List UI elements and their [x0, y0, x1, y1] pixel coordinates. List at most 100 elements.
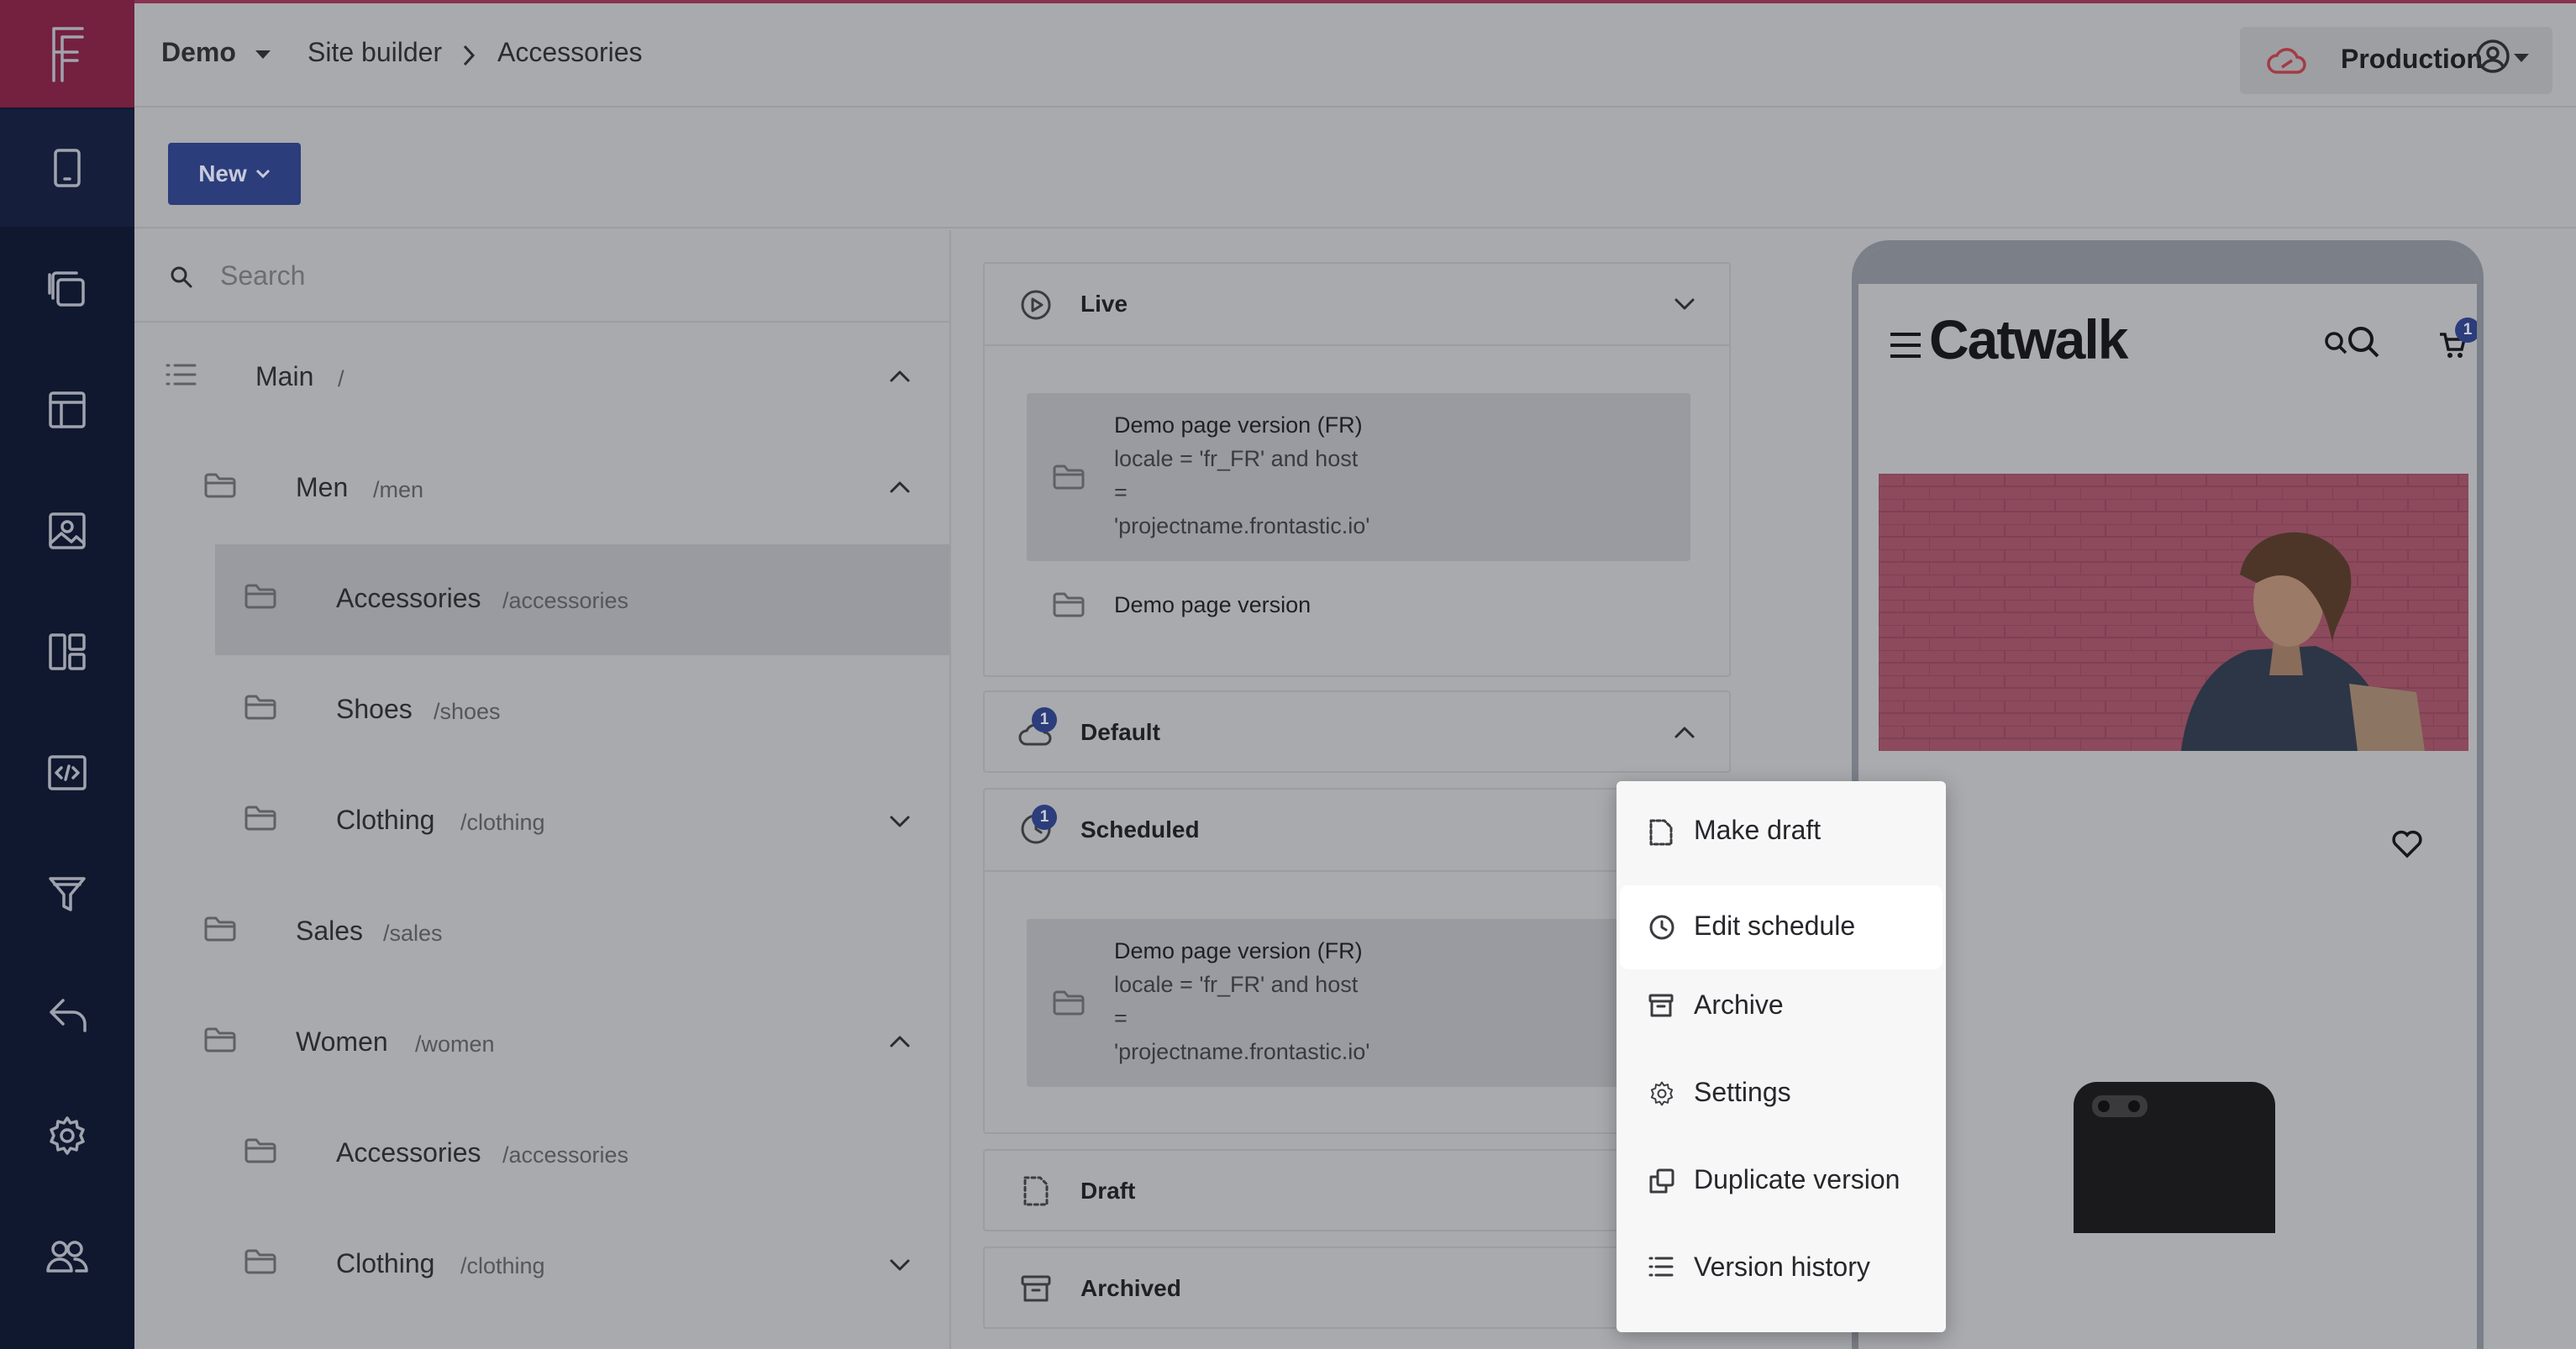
- section-title: Archived: [1080, 1275, 1181, 1301]
- app-logo[interactable]: [0, 0, 134, 108]
- rail-item-code[interactable]: [0, 714, 134, 832]
- breadcrumb-current: Accessories: [497, 37, 643, 67]
- version-item[interactable]: Demo page version: [1027, 571, 1690, 638]
- tree-node-men-shoes[interactable]: Shoes /shoes: [134, 655, 949, 766]
- chevron-down-icon[interactable]: [889, 815, 911, 828]
- chevron-up-icon[interactable]: [889, 370, 911, 383]
- menu-item-label: Archive: [1694, 989, 1784, 1020]
- new-button-label: New: [198, 160, 247, 186]
- tree-label: Shoes: [336, 694, 413, 724]
- user-account-icon[interactable]: [2475, 39, 2510, 74]
- folder-icon: [1053, 990, 1085, 1016]
- breadcrumb-site-builder[interactable]: Site builder: [308, 37, 442, 68]
- search-input[interactable]: Search: [220, 260, 305, 291]
- hero-photo: [1879, 474, 2468, 751]
- tree-node-men[interactable]: Men /men: [134, 433, 949, 544]
- tree-search[interactable]: Search: [134, 230, 951, 323]
- live-section-header[interactable]: Live: [985, 264, 1729, 344]
- folder-icon: [244, 1249, 276, 1274]
- chevron-up-icon[interactable]: [1674, 726, 1695, 739]
- brand-logo: Catwalk: [1929, 308, 2128, 370]
- rail-item-media[interactable]: [0, 472, 134, 590]
- menu-item-version-history[interactable]: Version history: [1620, 1226, 1943, 1310]
- default-section-header[interactable]: 1 Default: [985, 692, 1729, 773]
- version-item[interactable]: Demo page version (FR) locale = 'fr_FR' …: [1027, 919, 1690, 1087]
- rail-item-pages[interactable]: [0, 230, 134, 348]
- play-circle-icon: [1021, 290, 1051, 320]
- menu-item-label: Settings: [1694, 1077, 1791, 1107]
- folder-icon: [244, 806, 276, 831]
- chevron-right-icon: [463, 45, 476, 66]
- tree-node-women-clothing[interactable]: Clothing /clothing: [134, 1210, 949, 1320]
- folder-icon: [244, 1138, 276, 1163]
- new-button[interactable]: New: [168, 143, 301, 205]
- tree-path: /accessories: [502, 588, 629, 613]
- menu-item-duplicate-version[interactable]: Duplicate version: [1620, 1139, 1943, 1223]
- tree-path: /: [338, 366, 344, 391]
- count-badge: 1: [1032, 707, 1057, 732]
- chevron-down-icon[interactable]: [1674, 297, 1695, 311]
- version-context-menu: Make draft Edit schedule Archive Setting…: [1617, 781, 1946, 1332]
- toolbar: New: [134, 108, 2576, 228]
- project-selector[interactable]: Demo: [161, 37, 236, 68]
- rail-item-layout[interactable]: [0, 351, 134, 469]
- search-icon: [2325, 327, 2379, 358]
- hamburger-menu-icon: [1890, 333, 1921, 358]
- tree-label: Sales: [296, 916, 364, 946]
- menu-item-make-draft[interactable]: Make draft: [1620, 790, 1943, 874]
- tree-node-men-clothing[interactable]: Clothing /clothing: [134, 766, 949, 877]
- device-icon: [54, 149, 81, 187]
- version-condition: locale = 'fr_FR' and host = 'projectname…: [1114, 972, 1370, 1064]
- version-title: Demo page version (FR): [1114, 938, 1363, 963]
- undo-icon: [50, 999, 87, 1032]
- version-item[interactable]: Demo page version (FR) locale = 'fr_FR' …: [1027, 393, 1690, 561]
- rail-item-components[interactable]: [0, 593, 134, 711]
- menu-item-settings[interactable]: Settings: [1620, 1052, 1943, 1136]
- tree-node-sales[interactable]: Sales /sales: [134, 877, 949, 988]
- rail-item-filter[interactable]: [0, 835, 134, 953]
- cloud-off-icon: [2267, 48, 2306, 74]
- tree-node-men-accessories[interactable]: Accessories /accessories: [215, 544, 949, 655]
- hero-image: [1879, 474, 2468, 751]
- version-condition: locale = 'fr_FR' and host = 'projectname…: [1114, 446, 1370, 538]
- environment-label: Production: [2341, 44, 2483, 74]
- menu-item-archive[interactable]: Archive: [1620, 964, 1943, 1048]
- tree-path: /men: [373, 477, 424, 502]
- chevron-up-icon[interactable]: [889, 480, 911, 494]
- layout-icon: [49, 391, 86, 428]
- chevron-down-icon[interactable]: [889, 1258, 911, 1272]
- pages-icon: [48, 271, 85, 307]
- folder-icon: [244, 584, 276, 609]
- tree-path: /sales: [383, 921, 443, 946]
- tree-path: /shoes: [434, 699, 501, 724]
- tree-node-women[interactable]: Women /women: [134, 988, 949, 1099]
- tree-label: Clothing: [336, 805, 435, 835]
- menu-item-edit-schedule[interactable]: Edit schedule: [1620, 885, 1943, 969]
- menu-item-label: Edit schedule: [1694, 911, 1856, 941]
- tree-node-main[interactable]: Main /: [134, 323, 949, 433]
- filter-icon: [49, 877, 86, 911]
- phone-bezel: [1858, 247, 2477, 284]
- search-icon: [171, 266, 192, 288]
- tree-path: /accessories: [502, 1142, 629, 1168]
- chevron-up-icon[interactable]: [889, 1035, 911, 1048]
- logo-icon: [52, 27, 84, 82]
- rail-item-settings[interactable]: [0, 1077, 134, 1194]
- rail-item-users[interactable]: [0, 1198, 134, 1315]
- tree-label: Men: [296, 472, 349, 502]
- tree-node-women-accessories[interactable]: Accessories /accessories: [134, 1099, 949, 1210]
- menu-item-label: Duplicate version: [1694, 1164, 1900, 1194]
- tree-path: /clothing: [460, 810, 545, 835]
- folder-icon: [204, 916, 236, 942]
- chevron-down-icon[interactable]: [254, 49, 272, 60]
- tree-label: Clothing: [336, 1248, 435, 1278]
- left-nav-rail: [0, 0, 134, 1349]
- duplicate-icon: [1649, 1168, 1674, 1194]
- divider: [985, 344, 1729, 346]
- archive-icon: [1648, 994, 1674, 1017]
- rail-item-undo[interactable]: [0, 956, 134, 1073]
- chevron-down-icon: [255, 169, 270, 179]
- draft-icon: [1023, 1176, 1049, 1206]
- menu-item-label: Version history: [1694, 1252, 1870, 1282]
- rail-item-device[interactable]: [0, 109, 134, 227]
